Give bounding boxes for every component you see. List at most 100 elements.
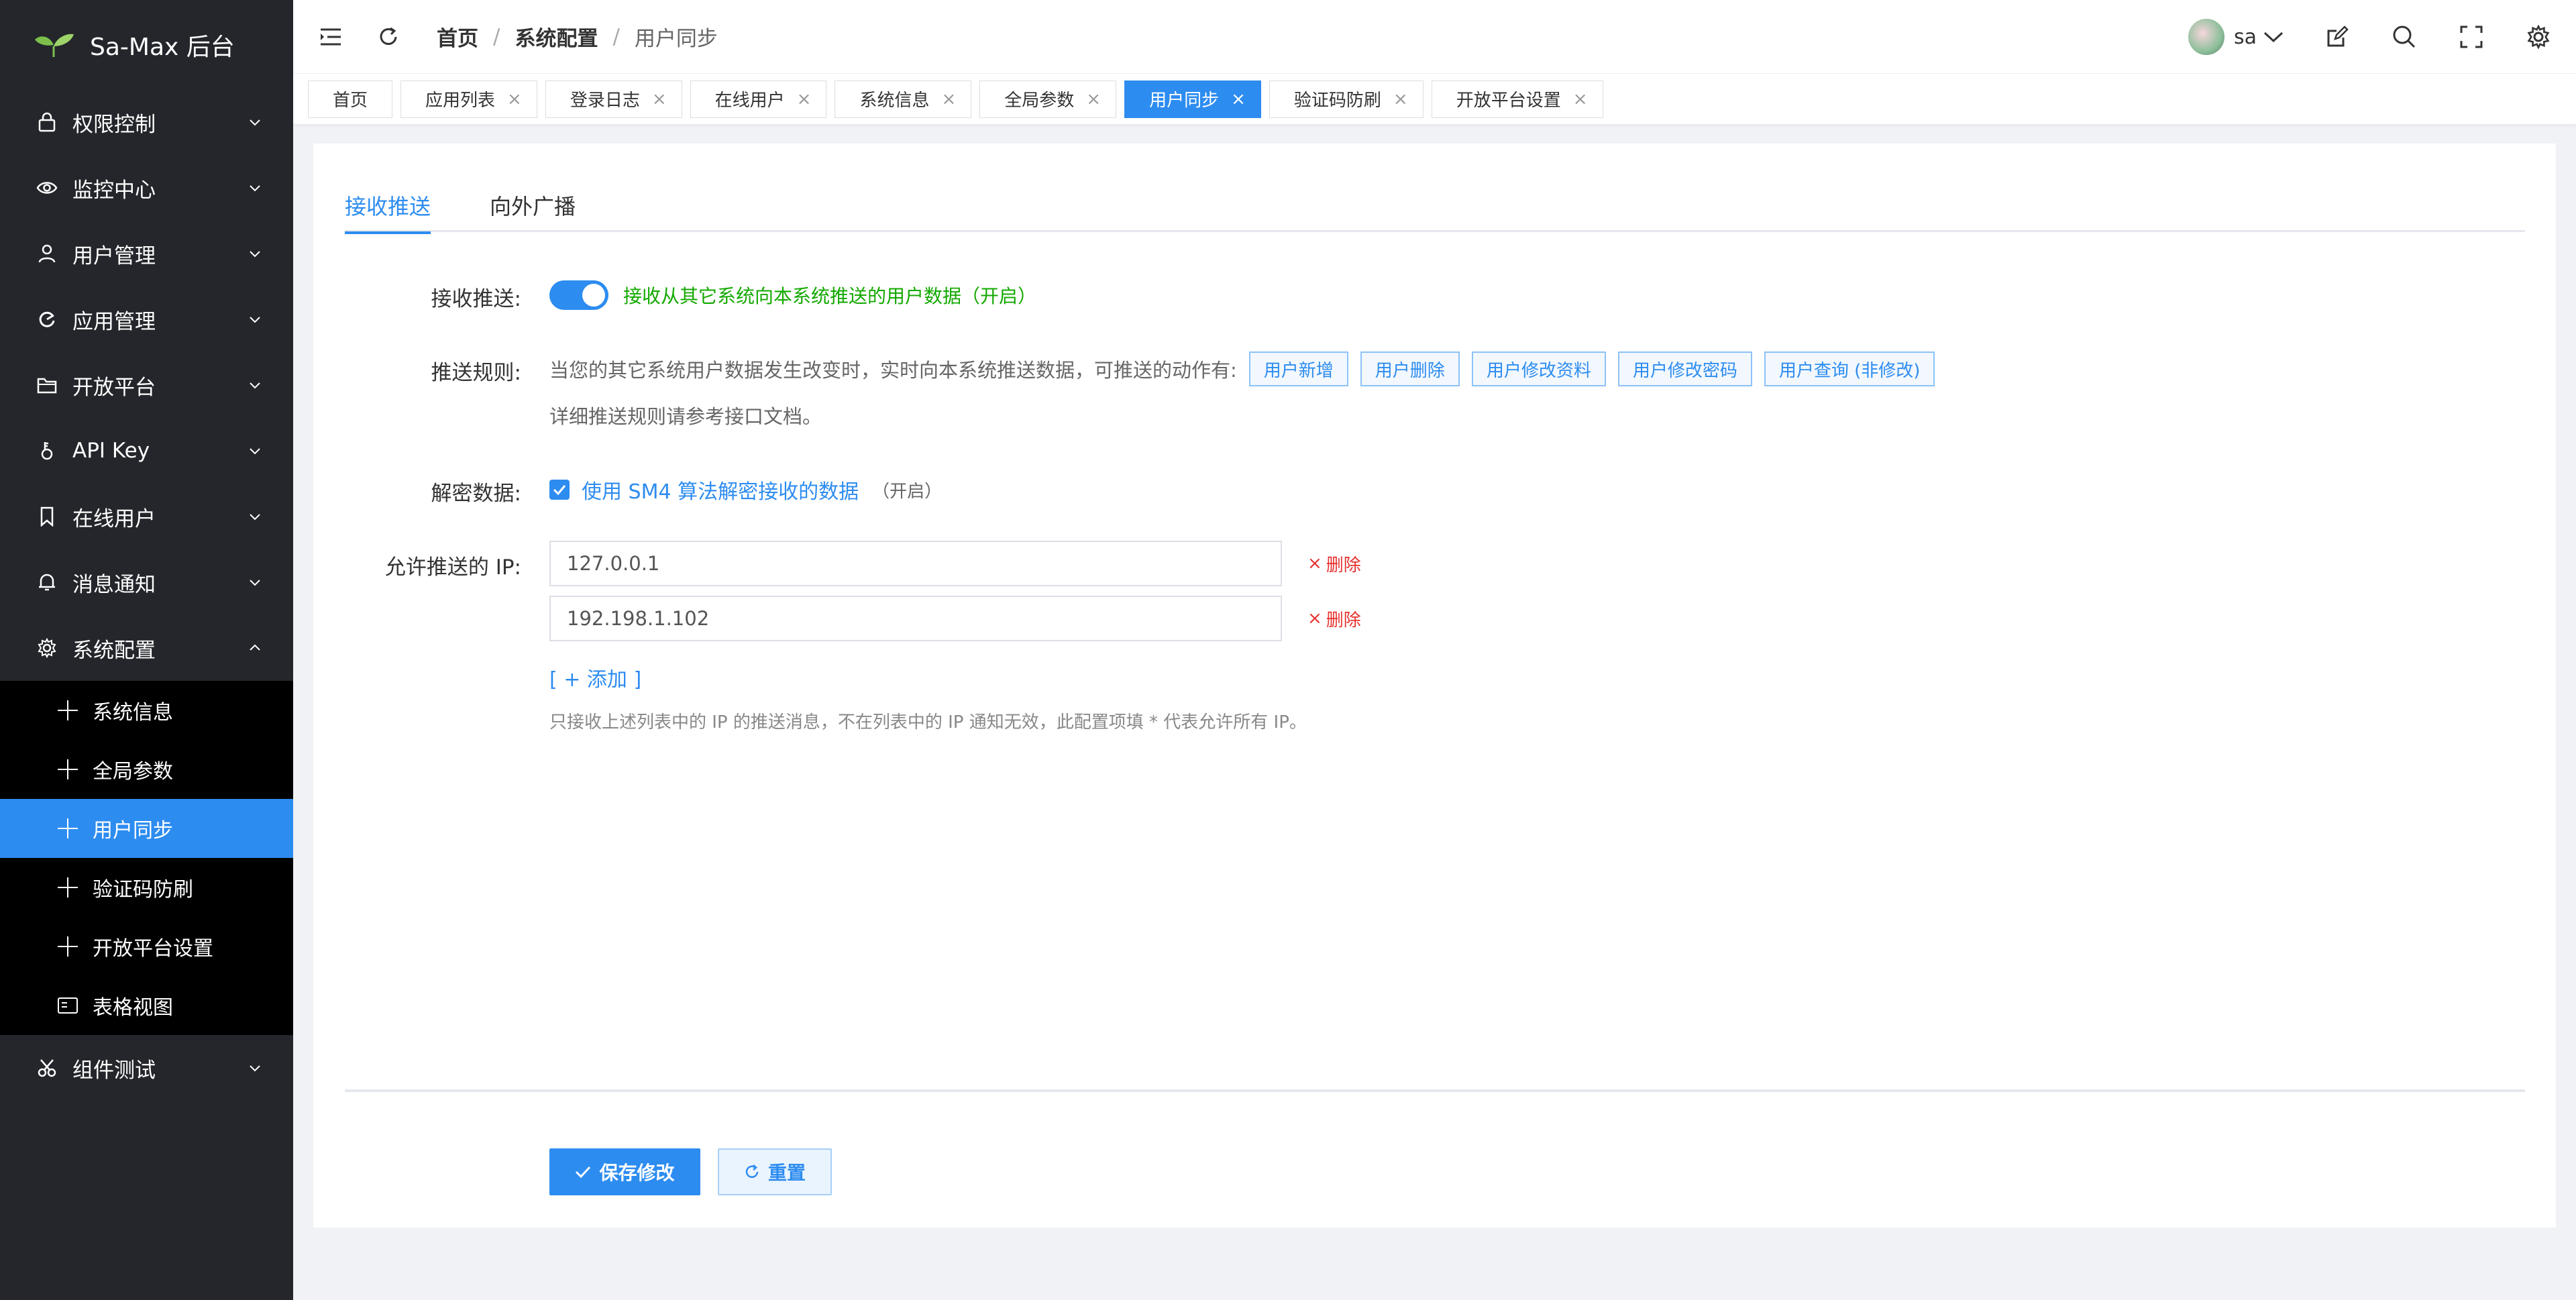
action-tag-user-edit-password[interactable]: 用户修改密码 — [1617, 351, 1752, 386]
sidebar-subitem-table-view[interactable]: 表格视图 — [0, 976, 293, 1035]
sidebar-subitem-label: 全局参数 — [93, 760, 173, 783]
page-tab-global-params[interactable]: 全局参数 × — [979, 80, 1117, 118]
app-title: Sa-Max 后台 — [90, 33, 235, 61]
sidebar-subitem-global-params[interactable]: 全局参数 — [0, 740, 293, 799]
check-icon — [576, 1166, 591, 1178]
reset-button[interactable]: 重置 — [718, 1148, 832, 1195]
folder-icon — [36, 374, 58, 396]
close-icon[interactable]: × — [941, 89, 956, 109]
allowed-ip-label: 允许推送的 IP: — [384, 555, 521, 580]
chevron-down-icon — [250, 317, 260, 323]
check-icon — [553, 485, 566, 495]
close-icon[interactable]: × — [1231, 89, 1246, 109]
close-icon[interactable]: × — [507, 89, 522, 109]
chevron-down-icon — [250, 382, 260, 389]
page-tab-captcha[interactable]: 验证码防刷 × — [1269, 80, 1424, 118]
sidebar-item-label: 系统配置 — [72, 638, 156, 663]
sidebar-item-apps[interactable]: 应用管理 — [0, 286, 293, 352]
ip-input[interactable] — [549, 596, 1282, 641]
action-tag-user-query[interactable]: 用户查询 (非修改) — [1764, 351, 1935, 386]
logo[interactable]: Sa-Max 后台 — [0, 0, 293, 89]
main-content: 接收推送 向外广播 接收推送: 接收从其它系统向本系统推送的用户数据（开启） 推… — [313, 144, 2556, 1228]
page-tab-app-list[interactable]: 应用列表 × — [400, 80, 537, 118]
sidebar-subitem-label: 验证码防刷 — [93, 878, 193, 902]
chevron-down-icon — [250, 119, 260, 126]
page-tab-open-platform-settings[interactable]: 开放平台设置 × — [1431, 80, 1603, 118]
decrypt-label: 解密数据: — [431, 482, 521, 506]
breadcrumb-system-config[interactable]: 系统配置 — [515, 21, 598, 52]
close-icon[interactable]: × — [797, 89, 812, 109]
decrypt-status: （开启） — [872, 481, 943, 502]
sidebar-item-component-test[interactable]: 组件测试 — [0, 1035, 293, 1101]
push-rules-row: 当您的其它系统用户数据发生改变时，实时向本系统推送数据，可推送的动作有: 用户新… — [549, 351, 1935, 386]
chevron-up-icon — [250, 644, 260, 651]
sidebar-subitem-label: 开放平台设置 — [93, 937, 213, 961]
delete-ip-button[interactable]: × 删除 — [1307, 606, 1361, 631]
close-icon[interactable]: × — [1086, 89, 1101, 109]
fullscreen-icon[interactable] — [2458, 23, 2485, 50]
sidebar-subitem-open-platform-settings[interactable]: 开放平台设置 — [0, 917, 293, 976]
close-icon[interactable]: × — [652, 89, 667, 109]
ip-input[interactable] — [549, 541, 1282, 586]
sidebar-item-system-config[interactable]: 系统配置 — [0, 615, 293, 681]
sidebar-item-permission[interactable]: 权限控制 — [0, 89, 293, 155]
sidebar-subitem-label: 系统信息 — [93, 701, 173, 724]
page-tab-label: 在线用户 — [714, 91, 785, 111]
refresh-icon — [745, 1164, 759, 1178]
page-tab-label: 全局参数 — [1004, 91, 1075, 111]
sidebar-subitem-captcha[interactable]: 验证码防刷 — [0, 858, 293, 917]
page-tab-label: 系统信息 — [859, 91, 930, 111]
sidebar-item-users[interactable]: 用户管理 — [0, 221, 293, 286]
chevron-down-icon — [250, 448, 260, 455]
push-rules-doc-row: 详细推送规则请参考接口文档。 — [549, 401, 822, 429]
sidebar-item-online-users[interactable]: 在线用户 — [0, 484, 293, 549]
tab-receive-push[interactable]: 接收推送 — [345, 178, 431, 234]
page-tab-label: 用户同步 — [1149, 91, 1220, 111]
add-ip-link[interactable]: [ + 添加 ] — [549, 663, 641, 692]
decrypt-row: 使用 SM4 算法解密接收的数据 （开启） — [549, 475, 942, 504]
action-tag-user-add[interactable]: 用户新增 — [1248, 351, 1348, 386]
edit-icon[interactable] — [2324, 23, 2351, 50]
page-tab-online-users[interactable]: 在线用户 × — [690, 80, 827, 118]
search-icon[interactable] — [2391, 23, 2418, 50]
avatar[interactable] — [2188, 19, 2224, 55]
sidebar-subitem-label: 用户同步 — [93, 819, 173, 843]
header-right: sa — [2188, 0, 2576, 74]
decrypt-checkbox-label[interactable]: 使用 SM4 算法解密接收的数据 — [582, 475, 859, 504]
key-icon — [36, 440, 58, 462]
sidebar-subitem-system-info[interactable]: 系统信息 — [0, 681, 293, 740]
close-icon[interactable]: × — [1573, 89, 1588, 109]
settings-gear-icon[interactable] — [2525, 23, 2552, 50]
tab-broadcast[interactable]: 向外广播 — [490, 178, 576, 232]
sidebar-subitem-user-sync[interactable]: 用户同步 — [0, 799, 293, 858]
action-tag-user-edit-profile[interactable]: 用户修改资料 — [1471, 351, 1606, 386]
sidebar-item-open-platform[interactable]: 开放平台 — [0, 352, 293, 418]
chevron-down-icon — [250, 514, 260, 521]
menu-toggle-icon[interactable] — [317, 23, 344, 50]
breadcrumb-home[interactable]: 首页 — [437, 21, 478, 52]
system-config-submenu: 系统信息 全局参数 用户同步 验证码防刷 开放平台设置 表格视图 — [0, 681, 293, 1035]
refresh-icon[interactable] — [375, 23, 402, 50]
page-tab-home[interactable]: 首页 — [308, 80, 393, 118]
delete-ip-button[interactable]: × 删除 — [1307, 551, 1361, 576]
chevron-down-icon — [250, 185, 260, 192]
sidebar-item-api-key[interactable]: API Key — [0, 418, 293, 484]
receive-push-switch[interactable] — [549, 280, 608, 310]
chevron-down-icon — [250, 580, 260, 586]
sidebar-item-label: 消息通知 — [72, 572, 156, 597]
ip-row: × 删除 — [549, 541, 1361, 586]
user-name[interactable]: sa — [2234, 25, 2257, 49]
breadcrumb-separator: / — [612, 24, 620, 49]
chevron-down-icon[interactable] — [2263, 31, 2284, 43]
close-icon[interactable]: × — [1393, 89, 1408, 109]
save-button[interactable]: 保存修改 — [549, 1148, 700, 1195]
plus-icon — [58, 759, 78, 779]
decrypt-checkbox[interactable] — [549, 480, 570, 500]
action-tag-user-delete[interactable]: 用户删除 — [1360, 351, 1460, 386]
sidebar-item-notifications[interactable]: 消息通知 — [0, 549, 293, 615]
sidebar-item-monitor[interactable]: 监控中心 — [0, 155, 293, 221]
page-tab-user-sync[interactable]: 用户同步 × — [1124, 80, 1261, 118]
chevron-down-icon — [250, 251, 260, 258]
page-tab-login-log[interactable]: 登录日志 × — [545, 80, 682, 118]
page-tab-system-info[interactable]: 系统信息 × — [835, 80, 972, 118]
